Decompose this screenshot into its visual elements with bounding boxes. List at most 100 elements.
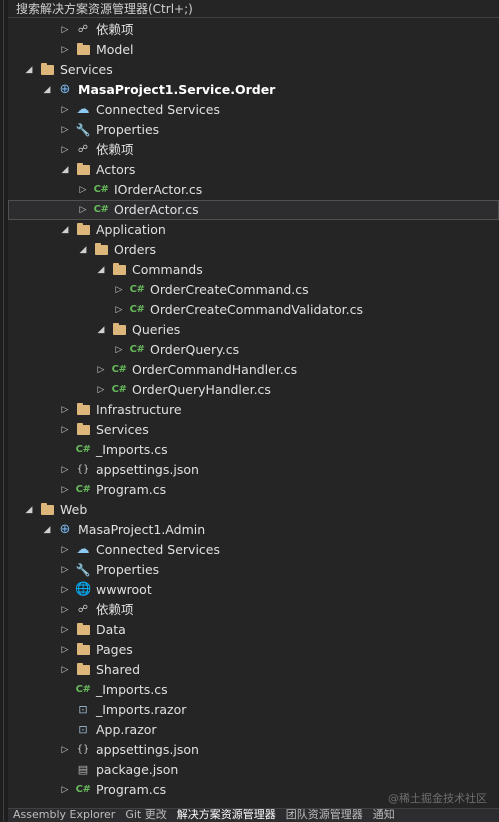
tree-item[interactable]: ▷ ☍ 依赖项 — [8, 140, 499, 160]
collapse-arrow-icon[interactable]: ◢ — [24, 61, 34, 79]
project-icon: ⊕ — [59, 82, 71, 97]
folder-icon — [75, 401, 91, 419]
expand-arrow-icon[interactable]: ▷ — [114, 341, 124, 359]
tree-item[interactable]: ◢ ⊕ MasaProject1.Service.Order — [8, 80, 499, 100]
tree-item-label: OrderCommandHandler.cs — [132, 362, 298, 377]
tree-item-label: Data — [96, 622, 126, 637]
tree-item[interactable]: ▤ package.json — [8, 760, 499, 780]
expand-arrow-icon[interactable]: ▷ — [96, 381, 106, 399]
tree-item[interactable]: ▷ C# OrderQuery.cs — [8, 340, 499, 360]
expand-arrow-icon[interactable]: ▷ — [60, 401, 70, 419]
csharp-file-icon: C# — [75, 784, 91, 795]
collapse-arrow-icon[interactable]: ◢ — [60, 221, 70, 239]
tree-item[interactable]: ▷ C# OrderQueryHandler.cs — [8, 380, 499, 400]
tab-2[interactable]: 解决方案资源管理器 — [172, 809, 281, 821]
tree-item[interactable]: ▷ C# Program.cs — [8, 480, 499, 500]
expand-arrow-icon[interactable]: ▷ — [114, 301, 124, 319]
tree-item-label: OrderQuery.cs — [150, 342, 240, 357]
expand-arrow-icon[interactable]: ▷ — [60, 121, 70, 139]
collapse-arrow-icon[interactable]: ◢ — [42, 81, 52, 99]
tree-item-label: Connected Services — [96, 102, 220, 117]
tree-item[interactable]: ⊡ _Imports.razor — [8, 700, 499, 720]
tree-item[interactable]: ◢ Services — [8, 60, 499, 80]
tree-item[interactable]: ▷ Pages — [8, 640, 499, 660]
tree-item[interactable]: ◢ Orders — [8, 240, 499, 260]
tree-item[interactable]: C# _Imports.cs — [8, 440, 499, 460]
no-arrow — [60, 721, 70, 739]
tree-item[interactable]: ▷ ☁ Connected Services — [8, 540, 499, 560]
window-left-edge — [0, 0, 8, 821]
tree-item[interactable]: ▷ C# OrderCreateCommandValidator.cs — [8, 300, 499, 320]
tree-item[interactable]: ▷ C# OrderActor.cs — [8, 200, 499, 220]
expand-arrow-icon[interactable]: ▷ — [60, 661, 70, 679]
connected-services-icon: ☁ — [76, 542, 90, 557]
tree-item[interactable]: ▷ Infrastructure — [8, 400, 499, 420]
tree-item[interactable]: ▷ C# OrderCommandHandler.cs — [8, 360, 499, 380]
tree-item-label: Shared — [96, 662, 141, 677]
tree-item-label: _Imports.cs — [96, 682, 168, 697]
tree-item[interactable]: ◢ Queries — [8, 320, 499, 340]
solution-tree: ▷ ☍ 依赖项 ▷ Model ◢ Services ◢ ⊕ MasaProject1.Servi… — [8, 20, 499, 800]
collapse-arrow-icon[interactable]: ◢ — [78, 241, 88, 259]
tree-item[interactable]: ▷ ☍ 依赖项 — [8, 20, 499, 40]
tab-4[interactable]: 通知 — [368, 809, 400, 821]
tree-item[interactable]: ▷ Services — [8, 420, 499, 440]
tree-item-label: Properties — [96, 562, 160, 577]
expand-arrow-icon[interactable]: ▷ — [60, 641, 70, 659]
expand-arrow-icon[interactable]: ▷ — [60, 621, 70, 639]
tree-item[interactable]: ▷ Model — [8, 40, 499, 60]
tree-item[interactable]: ▷ Shared — [8, 660, 499, 680]
tree-item-label: OrderQueryHandler.cs — [132, 382, 271, 397]
expand-arrow-icon[interactable]: ▷ — [60, 581, 70, 599]
tree-item[interactable]: ▷ C# OrderCreateCommand.cs — [8, 280, 499, 300]
tree-item[interactable]: C# _Imports.cs — [8, 680, 499, 700]
expand-arrow-icon[interactable]: ▷ — [114, 281, 124, 299]
expand-arrow-icon[interactable]: ▷ — [60, 461, 70, 479]
tree-item[interactable]: ◢ Actors — [8, 160, 499, 180]
tree-item[interactable]: ▷ 🔧 Properties — [8, 560, 499, 580]
tree-item[interactable]: ◢ Commands — [8, 260, 499, 280]
tree-item[interactable]: ⊡ App.razor — [8, 720, 499, 740]
expand-arrow-icon[interactable]: ▷ — [78, 201, 88, 219]
expand-arrow-icon[interactable]: ▷ — [60, 741, 70, 759]
expand-arrow-icon[interactable]: ▷ — [96, 361, 106, 379]
expand-arrow-icon[interactable]: ▷ — [60, 481, 70, 499]
tab-3[interactable]: 团队资源管理器 — [281, 809, 368, 821]
expand-arrow-icon[interactable]: ▷ — [60, 781, 70, 799]
tree-item[interactable]: ▷ 🌐 wwwroot — [8, 580, 499, 600]
expand-arrow-icon[interactable]: ▷ — [60, 41, 70, 59]
folder-icon — [75, 221, 91, 239]
watermark: @稀土掘金技术社区 — [388, 792, 487, 805]
expand-arrow-icon[interactable]: ▷ — [78, 181, 88, 199]
tree-item[interactable]: ◢ ⊕ MasaProject1.Admin — [8, 520, 499, 540]
tree-item-label: Model — [96, 42, 134, 57]
expand-arrow-icon[interactable]: ▷ — [60, 601, 70, 619]
csharp-file-icon: C# — [129, 304, 145, 315]
expand-arrow-icon[interactable]: ▷ — [60, 561, 70, 579]
tree-item[interactable]: ▷ {} appsettings.json — [8, 460, 499, 480]
expand-arrow-icon[interactable]: ▷ — [60, 541, 70, 559]
properties-icon: 🔧 — [75, 123, 91, 137]
tree-item[interactable]: ▷ {} appsettings.json — [8, 740, 499, 760]
collapse-arrow-icon[interactable]: ◢ — [24, 501, 34, 519]
expand-arrow-icon[interactable]: ▷ — [60, 21, 70, 39]
expand-arrow-icon[interactable]: ▷ — [60, 101, 70, 119]
expand-arrow-icon[interactable]: ▷ — [60, 141, 70, 159]
folder-icon — [75, 41, 91, 59]
expand-arrow-icon[interactable]: ▷ — [60, 421, 70, 439]
collapse-arrow-icon[interactable]: ◢ — [60, 161, 70, 179]
tree-item[interactable]: ◢ Web — [8, 500, 499, 520]
tree-item[interactable]: ▷ ☁ Connected Services — [8, 100, 499, 120]
tree-item[interactable]: ◢ Application — [8, 220, 499, 240]
collapse-arrow-icon[interactable]: ◢ — [42, 521, 52, 539]
tab-0[interactable]: Assembly Explorer — [8, 809, 120, 821]
tree-item[interactable]: ▷ ☍ 依赖项 — [8, 600, 499, 620]
tree-item[interactable]: ▷ C# IOrderActor.cs — [8, 180, 499, 200]
tree-item[interactable]: ▷ Data — [8, 620, 499, 640]
solution-explorer-search-input[interactable]: 搜索解决方案资源管理器(Ctrl+;) — [8, 0, 499, 18]
collapse-arrow-icon[interactable]: ◢ — [96, 261, 106, 279]
collapse-arrow-icon[interactable]: ◢ — [96, 321, 106, 339]
tab-1[interactable]: Git 更改 — [120, 809, 171, 821]
folder-icon — [39, 61, 55, 79]
tree-item[interactable]: ▷ 🔧 Properties — [8, 120, 499, 140]
